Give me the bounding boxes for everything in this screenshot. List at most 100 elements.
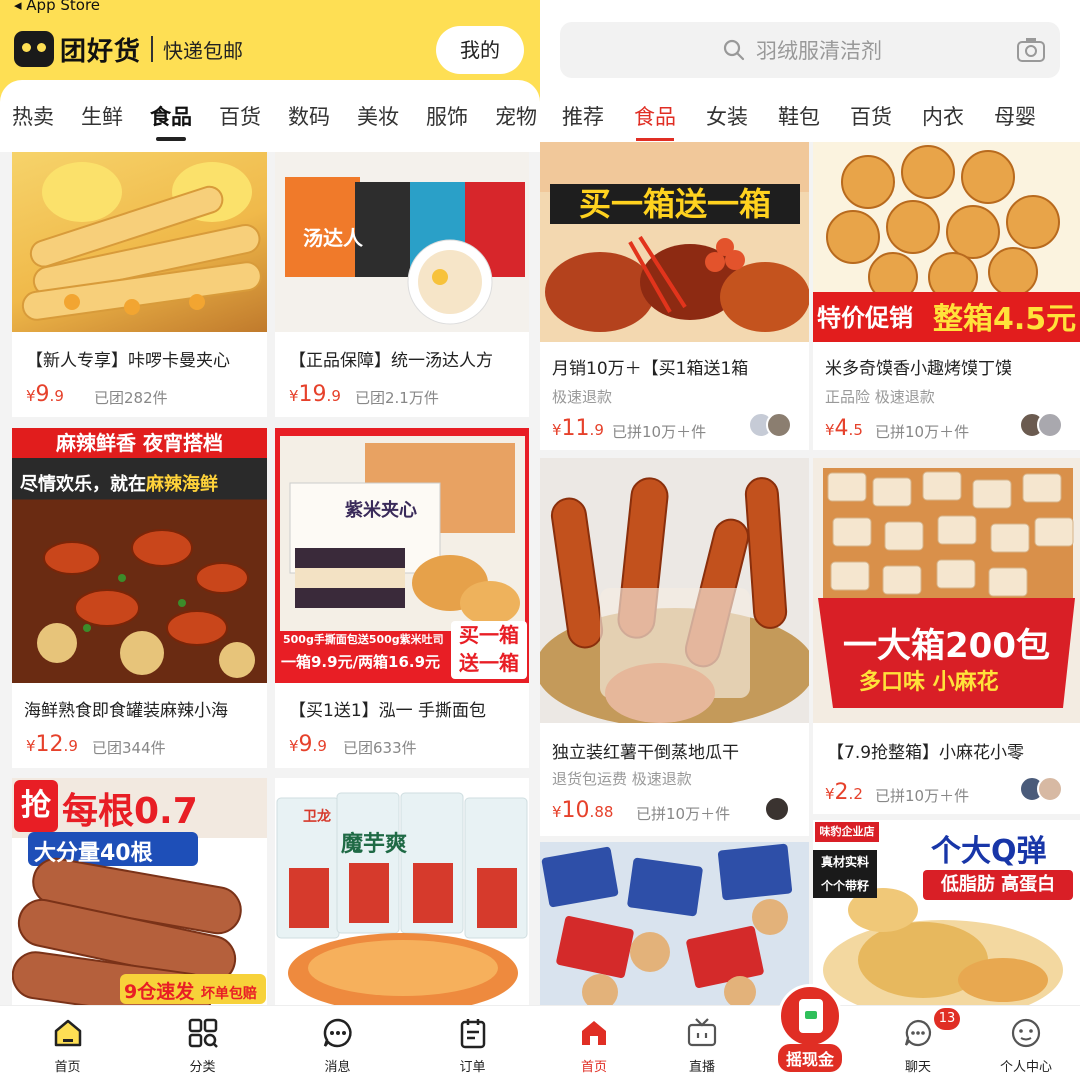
product-card[interactable]: 特价促销 整箱4.5元 米多奇馍香小趣烤馍丁馍 正品险 极速退款 ¥4.5 已拼… bbox=[813, 142, 1080, 450]
tab-shoes-bags[interactable]: 鞋包 bbox=[778, 101, 820, 131]
image-text: 每根0.7 bbox=[62, 791, 198, 832]
chat-icon bbox=[904, 1019, 932, 1047]
brand-logo: 团好货 快递包邮 bbox=[14, 28, 243, 70]
tab-food[interactable]: 食品 bbox=[150, 101, 192, 141]
left-bottom-nav: 首页 分类 消息 订单 bbox=[0, 1005, 540, 1079]
nav-shake-cash[interactable]: 摇现金 bbox=[756, 984, 864, 1079]
image-text: 一箱9.9元/两箱16.9元 bbox=[281, 653, 441, 671]
image-text: 整箱4.5元 bbox=[933, 302, 1077, 337]
tab-general[interactable]: 百货 bbox=[850, 101, 892, 131]
tab-hot[interactable]: 热卖 bbox=[12, 101, 54, 131]
product-price: ¥12.9 bbox=[26, 732, 78, 757]
image-text: 真材实料 个个带籽 bbox=[813, 850, 877, 898]
sold-count: 已团282件 bbox=[94, 389, 168, 407]
search-input[interactable]: 羽绒服清洁剂 bbox=[756, 35, 882, 65]
product-card[interactable] bbox=[540, 842, 809, 1007]
image-text: 紫米夹心 bbox=[345, 500, 417, 521]
tab-recommend[interactable]: 推荐 bbox=[562, 101, 604, 131]
tab-general[interactable]: 百货 bbox=[219, 101, 261, 131]
image-text: 汤达人 bbox=[303, 226, 363, 250]
product-tags: 正品险 极速退款 bbox=[825, 388, 935, 406]
nav-live[interactable]: 直播 bbox=[648, 1006, 756, 1079]
product-title: 【正品保障】统一汤达人方 bbox=[289, 351, 493, 371]
app-store-back-link[interactable]: ◂ App Store bbox=[14, 0, 100, 14]
product-card[interactable]: 紫米夹心 500g手撕面包送500g紫米吐司 一箱9.9元/两箱16.9元 买一… bbox=[275, 428, 529, 768]
sold-count: 已拼10万＋件 bbox=[636, 805, 731, 823]
brand-subtitle: 快递包邮 bbox=[163, 38, 244, 63]
product-card[interactable]: 【新人专享】咔啰卡曼夹心 ¥9.9 已团282件 bbox=[12, 152, 267, 417]
product-card[interactable]: 汤达人 【正品保障】统一汤达人方 ¥19.9 已团2.1万件 bbox=[275, 152, 529, 417]
left-header: ◂ App Store 团好货 快递包邮 我的 热卖 生鲜 食品 百货 数码 美… bbox=[0, 0, 540, 152]
camera-icon[interactable] bbox=[1016, 37, 1046, 63]
sold-count: 已拼10万＋件 bbox=[612, 423, 707, 441]
product-card[interactable]: 卫龙 魔芋爽 bbox=[275, 778, 529, 1006]
seafood-illustration bbox=[37, 529, 255, 678]
product-title: 【买1送1】泓一 手撕面包 bbox=[289, 701, 487, 721]
product-image bbox=[12, 152, 267, 332]
biscuit-packs-illustration bbox=[541, 843, 793, 1007]
product-title: 独立装红薯干倒蒸地瓜干 bbox=[552, 743, 739, 763]
product-card[interactable]: 独立装红薯干倒蒸地瓜干 退货包运费 极速退款 ¥10.88 已拼10万＋件 bbox=[540, 458, 809, 836]
tab-fresh[interactable]: 生鲜 bbox=[81, 101, 123, 131]
nav-message[interactable]: 消息 bbox=[270, 1006, 405, 1079]
product-card[interactable]: 麻辣鲜香 夜宵搭档 尽情欢乐，就在麻辣海鲜 海鲜熟食即食罐装麻辣小海 ¥12.9… bbox=[12, 428, 267, 768]
tab-womens[interactable]: 女装 bbox=[706, 101, 748, 131]
tab-apparel[interactable]: 服饰 bbox=[426, 101, 468, 131]
image-text: 个大Q弹 bbox=[931, 834, 1047, 869]
product-card[interactable]: 抢 每根0.7 大分量40根 9仓速发 坏单包赔 bbox=[12, 778, 267, 1006]
tab-beauty[interactable]: 美妆 bbox=[357, 101, 399, 131]
brand-name: 团好货 bbox=[60, 36, 142, 67]
avatar bbox=[1037, 776, 1063, 802]
product-price: ¥9.9 bbox=[289, 732, 327, 757]
product-card[interactable]: 买一箱送一箱 月销10万＋【买1箱送1箱 极速退款 ¥11.9 已拼10万＋件 bbox=[540, 142, 809, 450]
mine-button[interactable]: 我的 bbox=[436, 26, 524, 74]
sold-count: 已拼10万＋件 bbox=[875, 787, 970, 805]
image-text: 魔芋爽 bbox=[341, 832, 408, 857]
image-text: 低脂肪 高蛋白 bbox=[923, 870, 1073, 900]
tab-food[interactable]: 食品 bbox=[634, 101, 676, 141]
product-image: 汤达人 bbox=[275, 152, 529, 332]
sold-count: 已团344件 bbox=[92, 739, 166, 757]
profile-icon bbox=[1011, 1018, 1041, 1048]
nav-category[interactable]: 分类 bbox=[135, 1006, 270, 1079]
sold-count: 已团633件 bbox=[343, 739, 417, 757]
image-text: 多口味 小麻花 bbox=[859, 670, 999, 695]
sold-count: 已拼10万＋件 bbox=[875, 423, 970, 441]
buyer-avatars bbox=[1019, 776, 1063, 802]
product-card[interactable]: 一大箱200包 多口味 小麻花 【7.9抢整箱】小麻花小零 ¥2.2 已拼10万… bbox=[813, 458, 1080, 814]
buyer-avatars bbox=[1019, 412, 1063, 438]
nav-profile[interactable]: 个人中心 bbox=[972, 1006, 1080, 1079]
message-icon bbox=[323, 1018, 352, 1048]
red-packet-icon bbox=[778, 984, 842, 1048]
avatar bbox=[766, 412, 792, 438]
product-image: 买一箱送一箱 bbox=[540, 142, 809, 342]
image-text: 味豹企业店 bbox=[815, 822, 879, 842]
tab-pets[interactable]: 宠物 bbox=[495, 101, 537, 131]
image-text: 买一箱送一箱 bbox=[550, 184, 800, 224]
tab-baby[interactable]: 母婴 bbox=[994, 101, 1036, 131]
product-image: 麻辣鲜香 夜宵搭档 尽情欢乐，就在麻辣海鲜 bbox=[12, 428, 267, 683]
image-text: 大分量40根 bbox=[34, 841, 153, 866]
right-app: 羽绒服清洁剂 推荐 食品 女装 鞋包 百货 内衣 母婴 买一箱送一箱 月销10万… bbox=[540, 0, 1080, 1079]
product-title: 【7.9抢整箱】小麻花小零 bbox=[827, 743, 1025, 763]
nav-home[interactable]: 首页 bbox=[0, 1006, 135, 1079]
home-icon bbox=[582, 1021, 606, 1045]
order-icon bbox=[460, 1019, 485, 1049]
product-price: ¥11.9 bbox=[552, 416, 604, 441]
image-text: 9仓速发 坏单包赔 bbox=[124, 981, 257, 1003]
right-header: 羽绒服清洁剂 推荐 食品 女装 鞋包 百货 内衣 母婴 bbox=[540, 0, 1080, 142]
tab-digital[interactable]: 数码 bbox=[288, 101, 330, 131]
search-icon bbox=[723, 39, 745, 61]
left-app: ◂ App Store 团好货 快递包邮 我的 热卖 生鲜 食品 百货 数码 美… bbox=[0, 0, 540, 1079]
nav-chat[interactable]: 13 聊天 bbox=[864, 1006, 972, 1079]
search-bar[interactable]: 羽绒服清洁剂 bbox=[560, 22, 1060, 78]
nav-orders[interactable]: 订单 bbox=[405, 1006, 540, 1079]
tab-underwear[interactable]: 内衣 bbox=[922, 101, 964, 131]
panda-logo-icon bbox=[14, 31, 54, 67]
nav-home[interactable]: 首页 bbox=[540, 1006, 648, 1079]
product-image: 一大箱200包 多口味 小麻花 bbox=[813, 458, 1080, 723]
product-card[interactable]: 味豹企业店 真材实料 个个带籽 个大Q弹 低脂肪 高蛋白 bbox=[813, 820, 1080, 1007]
image-text: 500g手撕面包送500g紫米吐司 bbox=[283, 633, 444, 646]
egg-roll-illustration bbox=[21, 162, 262, 321]
product-price: ¥9.9 bbox=[26, 382, 64, 407]
